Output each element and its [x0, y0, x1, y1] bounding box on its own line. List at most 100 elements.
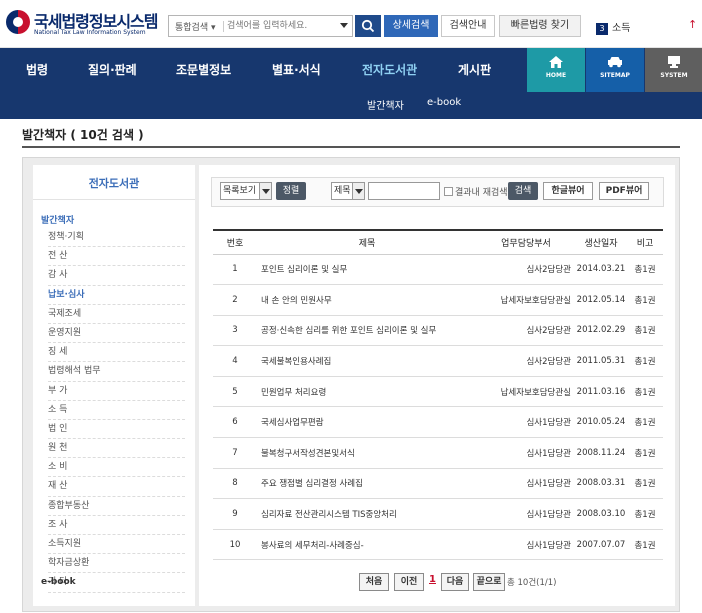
list-search-input[interactable]	[368, 182, 440, 200]
row-department: 납세자보호담당관실	[477, 376, 575, 408]
sitemap-button[interactable]: SITEMAP	[586, 48, 644, 92]
row-title-link[interactable]: 내 손 안의 민원사무	[257, 284, 477, 316]
subnav-ebook[interactable]: e-book	[427, 97, 461, 108]
global-search-box: 통합검색 ▾	[168, 15, 353, 37]
row-date: 2007.07.07	[575, 529, 627, 561]
up-arrow-icon[interactable]: ↑	[688, 18, 697, 31]
table-row[interactable]: 1 포인트 심리이론 및 실무 심사2담당관 2014.03.21 총1권	[213, 254, 663, 286]
publication-table: 번호 제목 업무담당부서 생산일자 비고 1 포인트 심리이론 및 실무 심사2담당…	[213, 229, 663, 561]
first-page-button[interactable]: 처음	[359, 573, 389, 591]
sidebar-group-publications[interactable]: 발간책자	[41, 213, 74, 226]
table-row[interactable]: 10 봉사료의 세무처리-사례중심- 심사1담당관 2007.07.07 총1권	[213, 529, 663, 561]
row-department: 심사2담당관	[477, 345, 575, 377]
search-button[interactable]	[355, 15, 381, 37]
system-label: SYSTEM	[660, 72, 688, 79]
search-scope-select[interactable]: 통합검색 ▾	[175, 20, 216, 33]
sidebar-item-consumption[interactable]: 소 비	[48, 458, 185, 478]
row-number: 5	[213, 376, 257, 408]
sidebar-heading: 전자도서관	[33, 165, 195, 200]
row-title-link[interactable]: 불복청구서작성견본및서식	[257, 437, 477, 469]
row-title-link[interactable]: 주요 쟁점별 심리결정 사례집	[257, 468, 477, 500]
home-label: HOME	[545, 72, 567, 79]
row-number: 3	[213, 315, 257, 347]
main-nav: 법령 질의·판례 조문별정보 별표·서식 전자도서관 게시판 HOME SITE…	[0, 48, 702, 92]
prev-page-button[interactable]: 이전	[394, 573, 424, 591]
chevron-down-icon[interactable]	[340, 23, 348, 28]
car-icon	[608, 57, 622, 68]
nav-digital-library[interactable]: 전자도서관	[362, 61, 417, 78]
table-row[interactable]: 4 국세불복인용사례집 심사2담당관 2011.05.31 총1권	[213, 345, 663, 377]
nav-inquiry-precedent[interactable]: 질의·판례	[88, 61, 137, 78]
subscription-badge[interactable]: 3 소득	[596, 19, 630, 35]
row-department: 심사1담당관	[477, 529, 575, 561]
current-page[interactable]: 1	[429, 574, 436, 585]
sidebar-item-corporate[interactable]: 법 인	[48, 420, 185, 440]
row-title-link[interactable]: 국세불복인용사례집	[257, 345, 477, 377]
row-note: 총1권	[627, 468, 663, 500]
subnav-publications[interactable]: 발간책자	[367, 97, 404, 112]
sort-button[interactable]: 정렬	[276, 182, 306, 200]
col-number: 번호	[213, 229, 257, 255]
row-department: 심사1담당관	[477, 468, 575, 500]
nav-article-info[interactable]: 조문별정보	[176, 61, 231, 78]
sidebar-item-property[interactable]: 재 산	[48, 477, 185, 497]
within-results-checkbox[interactable]	[444, 187, 453, 196]
sidebar-item-computing[interactable]: 전 산	[48, 247, 185, 267]
row-department: 심사2담당관	[477, 254, 575, 286]
sidebar-item-policy[interactable]: 정책·기획	[48, 228, 185, 248]
table-row[interactable]: 8 주요 쟁점별 심리결정 사례집 심사1담당관 2008.03.31 총1권	[213, 468, 663, 500]
row-title-link[interactable]: 봉사료의 세무처리-사례중심-	[257, 529, 477, 561]
hangul-viewer-button[interactable]: 한글뷰어	[543, 182, 593, 200]
nav-board[interactable]: 게시판	[458, 61, 491, 78]
sidebar-item-operations[interactable]: 운영지원	[48, 324, 185, 344]
list-toolbar: 목록보기 정렬 제목 결과내 재검색 검색 한글뷰어 PDF뷰어	[211, 177, 664, 207]
sidebar-item-income[interactable]: 소 득	[48, 401, 185, 420]
chevron-down-icon	[259, 183, 271, 199]
sidebar-item-withholding[interactable]: 원 천	[48, 439, 185, 459]
home-button[interactable]: HOME	[527, 48, 585, 92]
site-logo[interactable]: 국세법령정보시스템 National Tax Law Information S…	[6, 8, 166, 40]
row-title-link[interactable]: 공정·신속한 심리를 위한 포인트 심리이론 및 실무	[257, 315, 477, 347]
sidebar-item-income-support[interactable]: 소득지원	[48, 535, 185, 555]
list-search-button[interactable]: 검색	[508, 182, 538, 200]
system-button[interactable]: SYSTEM	[645, 48, 702, 92]
sidebar-item-international-tax[interactable]: 국제조세	[48, 305, 185, 324]
sidebar-item-student-loan[interactable]: 학자금상환	[48, 554, 185, 574]
table-row[interactable]: 7 불복청구서작성견본및서식 심사1담당관 2008.11.24 총1권	[213, 437, 663, 469]
col-date: 생산일자	[575, 229, 627, 255]
sidebar-item-vat[interactable]: 부 가	[48, 382, 185, 401]
table-row[interactable]: 6 국세심사업무편람 심사1담당관 2010.05.24 총1권	[213, 406, 663, 439]
sidebar-item-collection[interactable]: 징 세	[48, 343, 185, 363]
row-note: 총1권	[627, 345, 663, 377]
row-title-link[interactable]: 국세심사업무편람	[257, 406, 477, 439]
row-title-link[interactable]: 심리자료 전산관리시스템 TIS중앙처리	[257, 498, 477, 530]
row-note: 총1권	[627, 284, 663, 316]
sidebar-item-appeal-review[interactable]: 납보·심사	[48, 286, 185, 305]
nav-attached-forms[interactable]: 별표·서식	[272, 61, 321, 78]
row-title-link[interactable]: 민원업무 처리요령	[257, 376, 477, 408]
global-search-input[interactable]	[227, 18, 337, 34]
sidebar-ebook-link[interactable]: e-book	[41, 577, 76, 587]
table-row[interactable]: 9 심리자료 전산관리시스템 TIS중앙처리 심사1담당관 2008.03.10 총1권	[213, 498, 663, 530]
nav-law[interactable]: 법령	[26, 61, 48, 78]
last-page-button[interactable]: 끝으로	[473, 573, 505, 591]
view-mode-select[interactable]: 목록보기	[220, 182, 272, 200]
sidebar-item-legal-interpretation[interactable]: 법령해석 법무	[48, 362, 185, 382]
sidebar-item-investigation[interactable]: 조 사	[48, 516, 185, 535]
row-note: 총1권	[627, 315, 663, 347]
search-field-select[interactable]: 제목	[331, 182, 365, 200]
search-guide-button[interactable]: 검색안내	[441, 15, 495, 37]
col-department: 업무담당부서	[477, 229, 575, 255]
row-department: 심사1담당관	[477, 406, 575, 439]
pdf-viewer-button[interactable]: PDF뷰어	[599, 182, 649, 200]
table-row[interactable]: 2내 손 안의 민원사무 납세자보호담당관실 2012.05.14 총1권	[213, 284, 663, 316]
table-row[interactable]: 3 공정·신속한 심리를 위한 포인트 심리이론 및 실무 심사2담당관 2012.0…	[213, 315, 663, 347]
row-department: 납세자보호담당관실	[477, 284, 575, 316]
sidebar-item-audit[interactable]: 감 사	[48, 266, 185, 286]
row-title-link[interactable]: 포인트 심리이론 및 실무	[257, 254, 477, 286]
table-row[interactable]: 5 민원업무 처리요령 납세자보호담당관실 2011.03.16 총1권	[213, 376, 663, 408]
sidebar-item-real-estate[interactable]: 종합부동산	[48, 497, 185, 516]
next-page-button[interactable]: 다음	[441, 573, 469, 591]
detail-search-button[interactable]: 상세검색	[384, 15, 438, 37]
quick-law-find-button[interactable]: 빠른법령 찾기	[499, 15, 581, 37]
